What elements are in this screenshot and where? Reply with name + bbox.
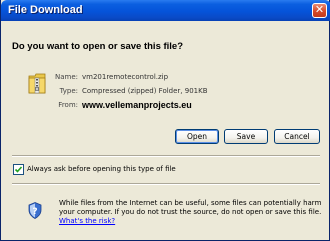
file-name-value: vm201remotecontrol.zip	[82, 73, 169, 81]
file-name-label: Name:	[54, 73, 78, 81]
security-shield-icon: ?	[28, 202, 42, 219]
dialog-body: Do you want to open or save this file? N…	[2, 21, 330, 240]
svg-text:?: ?	[32, 207, 37, 217]
save-button[interactable]: Save	[224, 129, 268, 144]
file-source-value: www.vellemanprojects.eu	[82, 100, 192, 110]
dialog-question: Do you want to open or save this file?	[12, 41, 184, 52]
title-bar[interactable]: File Download ✕	[1, 0, 330, 21]
file-type-value: Compressed (zipped) Folder, 901KB	[82, 87, 208, 95]
file-download-dialog: File Download ✕ Do you want to open or s…	[0, 0, 330, 241]
cancel-button[interactable]: Cancel	[274, 129, 320, 144]
whats-the-risk-link[interactable]: What's the risk?	[59, 217, 115, 225]
open-button[interactable]: Open	[175, 129, 219, 144]
always-ask-label: Always ask before opening this type of f…	[27, 165, 176, 173]
security-warning-text: While files from the Internet can be use…	[59, 199, 322, 216]
security-warning: While files from the Internet can be use…	[59, 199, 327, 226]
checkmark-icon	[14, 166, 23, 173]
file-source-label: From:	[58, 101, 78, 109]
divider	[12, 183, 320, 185]
file-type-label: Type:	[59, 87, 78, 95]
always-ask-checkbox[interactable]	[13, 164, 24, 175]
window-title: File Download	[8, 4, 83, 16]
close-icon: ✕	[314, 3, 325, 16]
close-button[interactable]: ✕	[312, 3, 327, 18]
divider	[12, 155, 320, 157]
